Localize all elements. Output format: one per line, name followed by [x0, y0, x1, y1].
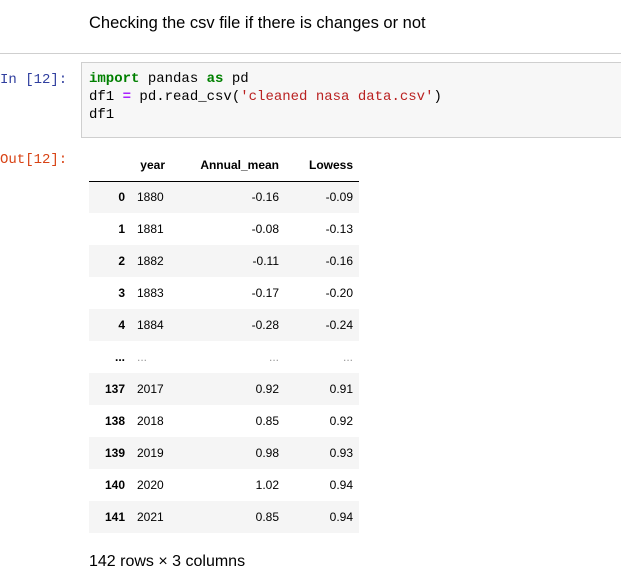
table-row: 2 1882 -0.11 -0.16: [89, 245, 359, 277]
cell-lowess: -0.13: [325, 222, 353, 236]
cell-year: 2019: [137, 446, 164, 460]
cell-annual-mean: 1.02: [255, 478, 279, 492]
keyword-as: as: [206, 71, 224, 87]
string-literal: 'cleaned nasa data.csv': [240, 89, 434, 105]
table-row: 139 2019 0.98 0.93: [89, 437, 359, 469]
table-row: 137 2017 0.92 0.91: [89, 373, 359, 405]
cell-annual-mean: 0.85: [255, 510, 279, 524]
cell-lowess: 0.93: [329, 446, 353, 460]
table-row: 140 2020 1.02 0.94: [89, 469, 359, 501]
cell-annual-mean: ...: [268, 350, 279, 364]
header-annual-mean: Annual_mean: [171, 150, 285, 182]
cell-year: 1883: [137, 286, 164, 300]
cell-year: 1884: [137, 318, 164, 332]
cell-lowess: -0.20: [325, 286, 353, 300]
code-line-3: df1: [89, 107, 115, 123]
table-row: 1 1881 -0.08 -0.13: [89, 213, 359, 245]
code-text: pd.read_csv(: [131, 89, 241, 105]
cell-annual-mean: -0.17: [251, 286, 279, 300]
cell-lowess: -0.24: [325, 318, 353, 332]
cell-annual-mean: -0.16: [251, 190, 279, 205]
code-text: pd: [223, 71, 249, 87]
cell-year: 2017: [137, 382, 164, 396]
output-prompt: Out[12]:: [0, 152, 68, 168]
operator-assign: =: [122, 89, 132, 105]
cell-lowess: 0.92: [329, 414, 353, 428]
code-text: df1: [89, 89, 123, 105]
row-index: 4: [118, 318, 125, 332]
cell-year: ...: [137, 350, 148, 364]
cell-annual-mean: -0.11: [252, 254, 279, 268]
row-index: 137: [104, 382, 125, 396]
cell-lowess: 0.94: [329, 478, 353, 492]
cell-year: 2021: [137, 510, 164, 524]
input-prompt: In [12]:: [0, 72, 68, 88]
row-index: ...: [114, 350, 125, 364]
code-text: ): [433, 89, 442, 105]
row-index: 1: [118, 222, 125, 236]
code-line-1: import pandas as pd: [89, 71, 249, 88]
cell-annual-mean: -0.08: [251, 222, 279, 236]
code-cell-editor[interactable]: import pandas as pd df1 = pd.read_csv('c…: [81, 62, 621, 138]
table-row: 4 1884 -0.28 -0.24: [89, 309, 359, 341]
table-row: 141 2021 0.85 0.94: [89, 501, 359, 533]
cell-annual-mean: 0.92: [255, 382, 279, 396]
header-index: [89, 150, 131, 182]
cell-lowess: 0.94: [329, 510, 353, 524]
table-row: 138 2018 0.85 0.92: [89, 405, 359, 437]
cell-year: 1882: [137, 254, 164, 268]
row-index: 140: [104, 478, 125, 492]
cell-lowess: -0.09: [325, 190, 353, 205]
keyword-import: import: [89, 71, 140, 87]
table-row: ............: [89, 341, 359, 373]
cell-annual-mean: 0.98: [255, 446, 279, 460]
row-index: 3: [118, 286, 125, 300]
dataframe-table: year Annual_mean Lowess 0 1880 -0.16 -0.09 1…: [89, 150, 359, 533]
table-row: 3 1883 -0.17 -0.20: [89, 277, 359, 309]
cell-annual-mean: -0.28: [251, 318, 279, 332]
cell-annual-mean: 0.85: [255, 414, 279, 428]
cell-year: 2020: [137, 478, 164, 492]
row-index: 2: [118, 254, 125, 268]
cell-lowess: 0.91: [329, 382, 353, 396]
row-index: 0: [118, 190, 125, 205]
cell-year: 1881: [137, 222, 164, 236]
table-shape-summary: 142 rows × 3 columns: [89, 553, 246, 570]
header-lowess: Lowess: [285, 150, 359, 182]
code-line-2: df1 = pd.read_csv('cleaned nasa data.csv…: [89, 89, 442, 106]
markdown-text: Checking the csv file if there is change…: [89, 14, 426, 32]
cell-year: 2018: [137, 414, 164, 428]
cell-lowess: -0.16: [325, 254, 353, 268]
cell-year: 1880: [137, 190, 164, 205]
table-header-row: year Annual_mean Lowess: [89, 150, 359, 182]
cell-lowess: ...: [342, 350, 353, 364]
row-index: 139: [104, 446, 125, 460]
cell-divider: [0, 53, 621, 54]
row-index: 141: [104, 510, 125, 524]
code-text: pandas: [139, 71, 207, 87]
row-index: 138: [104, 414, 125, 428]
header-year: year: [131, 150, 171, 182]
table-row: 0 1880 -0.16 -0.09: [89, 181, 359, 213]
